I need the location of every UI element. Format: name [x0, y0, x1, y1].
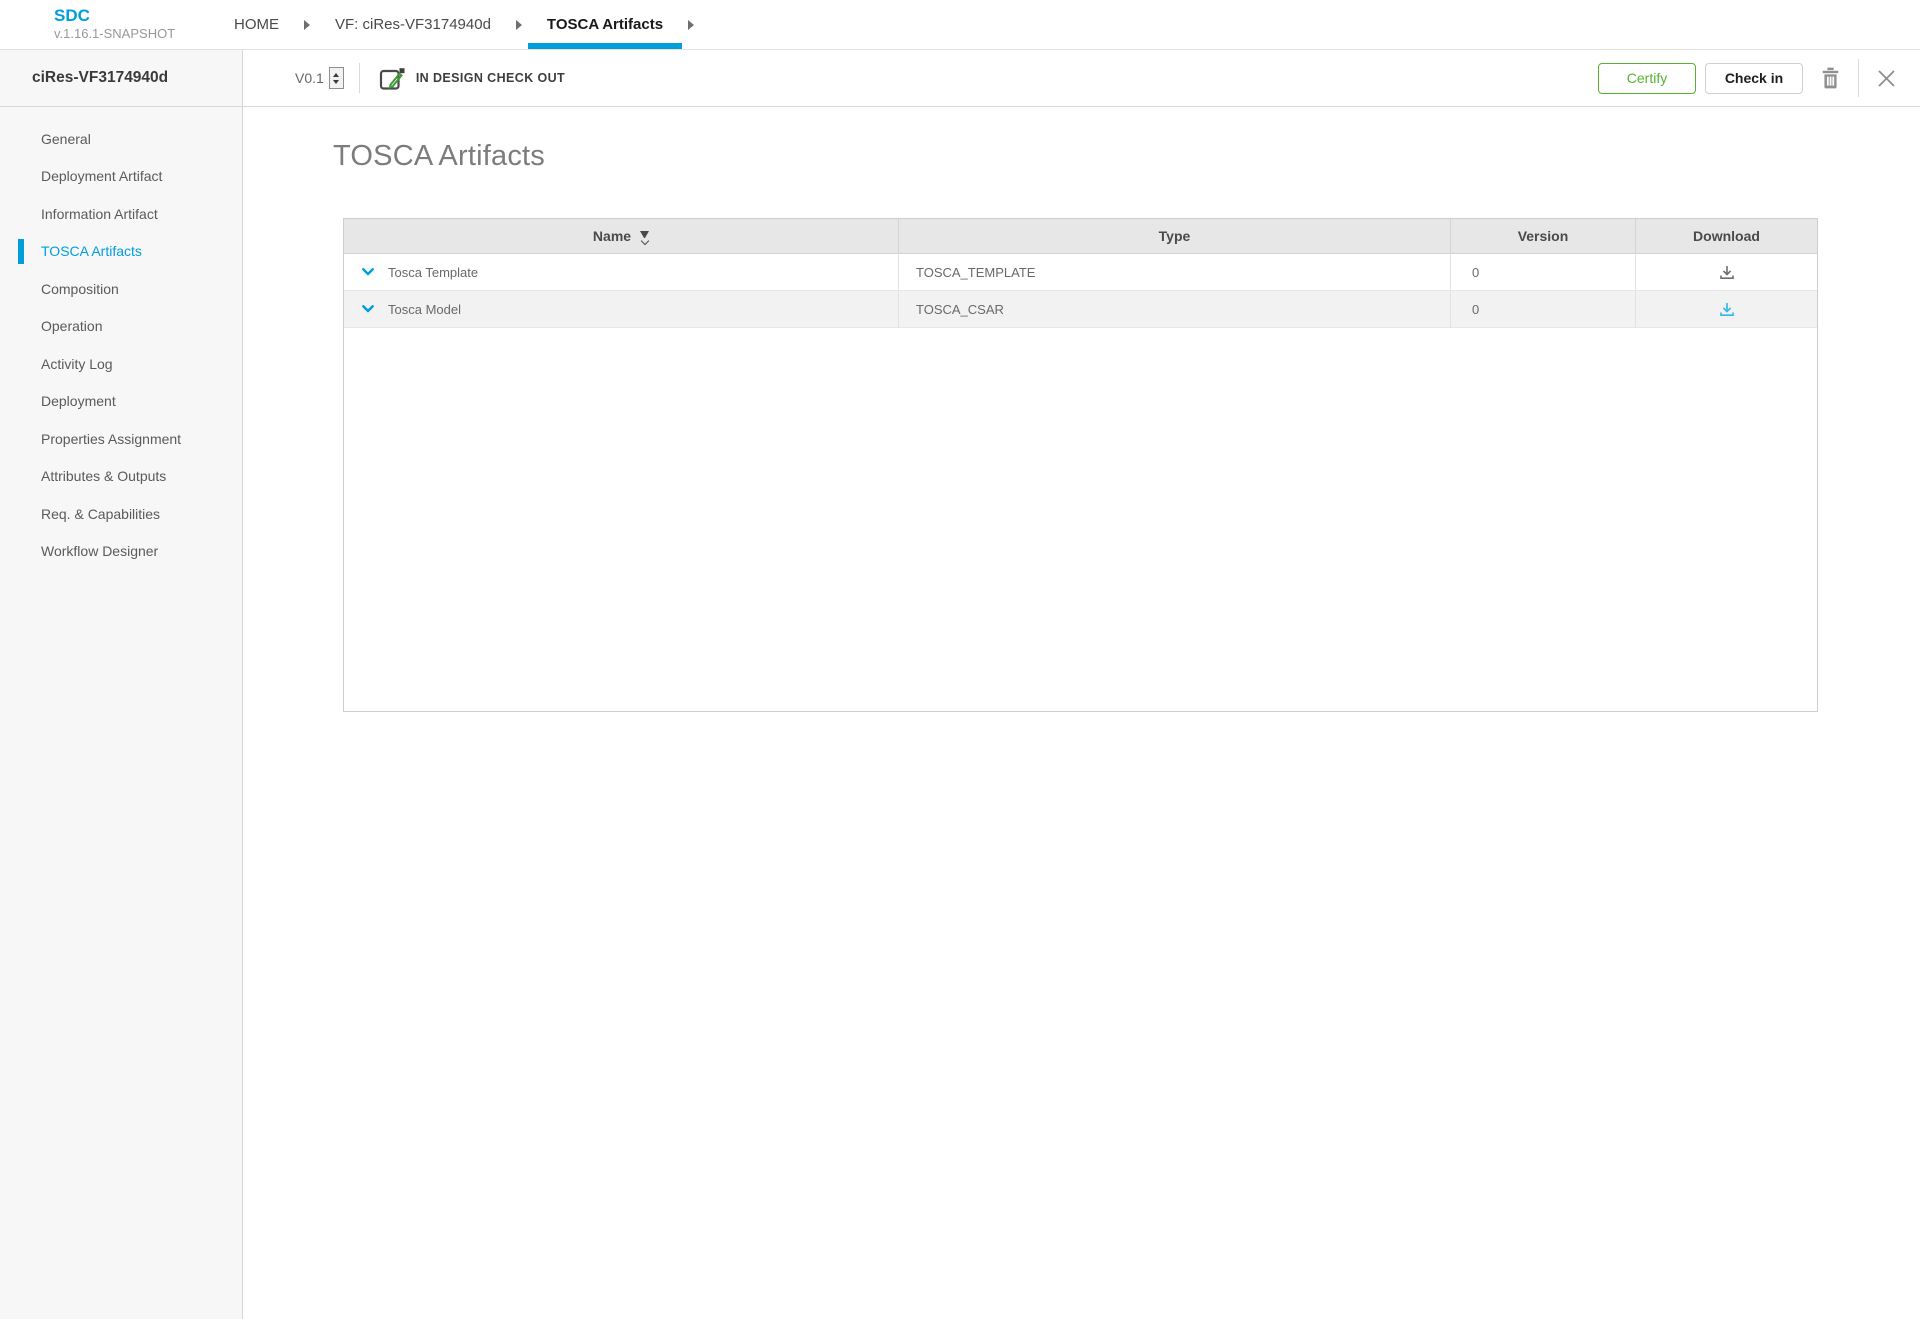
download-icon[interactable]: [1718, 264, 1736, 281]
sidebar-item-attributes-outputs[interactable]: Attributes & Outputs: [0, 458, 242, 496]
sidebar-item-workflow-designer[interactable]: Workflow Designer: [0, 533, 242, 571]
page-title: TOSCA Artifacts: [333, 140, 545, 172]
sidebar-item-general[interactable]: General: [0, 120, 242, 158]
name-cell: Tosca Template: [344, 254, 899, 290]
name-cell: Tosca Model: [344, 291, 899, 327]
stepper-down-icon[interactable]: [333, 79, 340, 84]
table-header-row: Name Type Version Download: [344, 219, 1817, 254]
download-icon[interactable]: [1718, 301, 1736, 318]
top-nav-bar: SDC v.1.16.1-SNAPSHOT HOME VF: ciRes-VF3…: [0, 0, 1920, 50]
column-header-name[interactable]: Name: [344, 219, 899, 253]
toolbar-divider: [1858, 59, 1859, 97]
download-cell: [1636, 254, 1817, 290]
tosca-artifacts-table: Name Type Version Download Tosca Templat…: [343, 218, 1818, 712]
breadcrumb-tosca-artifacts[interactable]: TOSCA Artifacts: [525, 0, 685, 49]
breadcrumb-vf[interactable]: VF: ciRes-VF3174940d: [313, 0, 513, 49]
column-header-type: Type: [899, 219, 1451, 253]
delete-button[interactable]: [1820, 67, 1841, 90]
version-cell: 0: [1451, 254, 1636, 290]
checkin-button[interactable]: Check in: [1705, 62, 1803, 94]
edit-pencil-icon: [379, 66, 406, 91]
version-label: V0.1: [295, 70, 324, 86]
artifact-name-label: Tosca Template: [388, 264, 479, 280]
breadcrumb-separator-icon: [304, 19, 310, 30]
artifact-name-label: Tosca Model: [388, 301, 461, 317]
chevron-down-icon[interactable]: [361, 265, 375, 279]
table-empty-area: [344, 328, 1817, 711]
sidebar: ciRes-VF3174940d General Deployment Arti…: [0, 50, 243, 1319]
type-cell: TOSCA_TEMPLATE: [899, 254, 1451, 290]
sidebar-item-operation[interactable]: Operation: [0, 308, 242, 346]
version-cell: 0: [1451, 291, 1636, 327]
main-content: TOSCA Artifacts Name Type Version Downlo…: [243, 107, 1920, 1319]
breadcrumb: HOME VF: ciRes-VF3174940d TOSCA Artifact…: [212, 0, 697, 49]
column-header-version: Version: [1451, 219, 1636, 253]
certify-button[interactable]: Certify: [1598, 62, 1696, 94]
app-version-label: v.1.16.1-SNAPSHOT: [54, 25, 176, 41]
app-logo-text: SDC: [54, 6, 90, 25]
close-icon: [1876, 68, 1897, 89]
sidebar-item-activity-log[interactable]: Activity Log: [0, 345, 242, 383]
sidebar-item-composition[interactable]: Composition: [0, 270, 242, 308]
toolbar-divider: [358, 63, 360, 93]
sidebar-item-properties-assignment[interactable]: Properties Assignment: [0, 420, 242, 458]
toolbar: V0.1 IN DESIGN CHECK OUT Certify Check i…: [243, 50, 1920, 107]
trash-icon: [1820, 67, 1841, 90]
sidebar-item-deployment[interactable]: Deployment: [0, 383, 242, 421]
download-cell: [1636, 291, 1817, 327]
stepper-up-icon[interactable]: [333, 72, 340, 77]
sidebar-item-req-capabilities[interactable]: Req. & Capabilities: [0, 495, 242, 533]
sidebar-item-deployment-artifact[interactable]: Deployment Artifact: [0, 158, 242, 196]
sort-desc-icon: [640, 230, 650, 245]
breadcrumb-separator-icon: [688, 19, 695, 30]
component-name-title: ciRes-VF3174940d: [0, 50, 242, 107]
column-header-download: Download: [1693, 228, 1760, 244]
breadcrumb-home[interactable]: HOME: [212, 0, 301, 49]
chevron-down-icon[interactable]: [361, 302, 375, 316]
app-logo: SDC v.1.16.1-SNAPSHOT: [0, 0, 212, 49]
version-stepper[interactable]: [328, 67, 344, 89]
column-header-name-label: Name: [592, 228, 632, 244]
close-button[interactable]: [1876, 68, 1897, 89]
lifecycle-state-label: IN DESIGN CHECK OUT: [415, 71, 566, 85]
type-cell: TOSCA_CSAR: [899, 291, 1451, 327]
sidebar-item-tosca-artifacts[interactable]: TOSCA Artifacts: [0, 233, 242, 271]
table-row-tosca-model: Tosca Model TOSCA_CSAR 0: [344, 291, 1817, 328]
table-row-tosca-template: Tosca Template TOSCA_TEMPLATE 0: [344, 254, 1817, 291]
sidebar-item-information-artifact[interactable]: Information Artifact: [0, 195, 242, 233]
breadcrumb-separator-icon: [515, 19, 522, 30]
sidebar-menu: General Deployment Artifact Information …: [0, 107, 242, 570]
